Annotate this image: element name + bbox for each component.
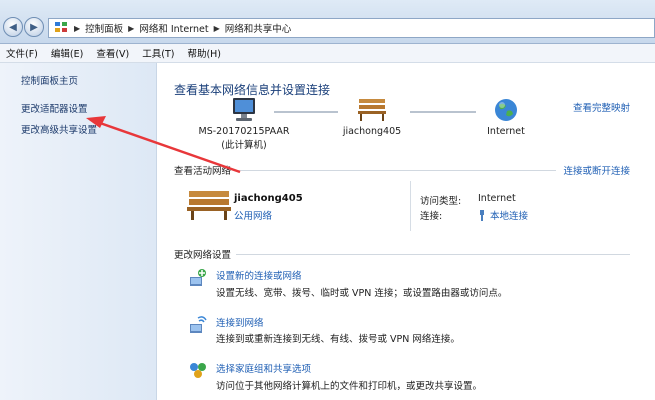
map-computer: MS-20170215PAAR (此计算机) bbox=[194, 97, 294, 151]
access-type-label: 访问类型: bbox=[420, 196, 462, 207]
map-network[interactable]: jiachong405 bbox=[338, 97, 406, 137]
connection-value[interactable]: 本地连接 bbox=[478, 208, 528, 222]
breadcrumb-network-internet[interactable]: 网络和 Internet bbox=[139, 21, 208, 35]
computer-name: MS-20170215PAAR bbox=[198, 126, 290, 137]
sidebar-item-change-adapter-settings[interactable]: 更改适配器设置 bbox=[21, 101, 88, 115]
globe-icon bbox=[495, 99, 517, 121]
computer-sub-label: (此计算机) bbox=[221, 140, 267, 151]
address-field[interactable]: ▶ 控制面板 ▶ 网络和 Internet ▶ 网络和共享中心 bbox=[48, 18, 655, 38]
internet-label: Internet bbox=[487, 126, 525, 137]
menu-help[interactable]: 帮助(H) bbox=[187, 46, 221, 60]
ethernet-icon bbox=[480, 209, 484, 221]
main-content: 查看基本网络信息并设置连接 查看完整映射 MS-20170215PAAR (此计… bbox=[158, 63, 655, 400]
map-connector bbox=[274, 111, 338, 113]
back-arrow-icon: ◀ bbox=[9, 21, 17, 33]
menu-edit[interactable]: 编辑(E) bbox=[51, 46, 83, 60]
menu-tools[interactable]: 工具(T) bbox=[142, 46, 174, 60]
network-name-map: jiachong405 bbox=[342, 126, 402, 137]
section-divider bbox=[236, 254, 630, 255]
change-settings-heading: 更改网络设置 bbox=[174, 250, 232, 261]
breadcrumb-separator-icon: ▶ bbox=[128, 23, 135, 33]
bench-icon bbox=[358, 99, 386, 121]
forward-button[interactable]: ▶ bbox=[24, 17, 44, 37]
sidebar-item-change-advanced-sharing[interactable]: 更改高级共享设置 bbox=[21, 122, 97, 136]
connection-label: 连接: bbox=[420, 211, 443, 222]
breadcrumb-control-panel[interactable]: 控制面板 bbox=[85, 21, 123, 35]
setup-new-connection-desc: 设置无线、宽带、拨号、临时或 VPN 连接；或设置路由器或访问点。 bbox=[216, 288, 508, 299]
access-type-value: Internet bbox=[478, 193, 516, 204]
connect-to-network-desc: 连接到或重新连接到无线、有线、拨号或 VPN 网络连接。 bbox=[216, 334, 460, 345]
address-bar: ◀ ▶ ▶ 控制面板 ▶ 网络和 Internet ▶ 网络和共享中心 bbox=[0, 0, 655, 44]
active-network-name: jiachong405 bbox=[234, 193, 303, 204]
map-connector bbox=[410, 111, 476, 113]
homegroup-sharing-desc: 访问位于其他网络计算机上的文件和打印机，或更改共享设置。 bbox=[216, 381, 483, 392]
connect-disconnect-link[interactable]: 连接或断开连接 bbox=[563, 163, 630, 177]
page-title: 查看基本网络信息并设置连接 bbox=[174, 83, 331, 97]
network-type-link[interactable]: 公用网络 bbox=[234, 208, 272, 222]
computer-icon bbox=[233, 98, 255, 121]
breadcrumb-separator-icon: ▶ bbox=[213, 23, 220, 33]
back-button[interactable]: ◀ bbox=[3, 17, 23, 37]
see-full-map-link[interactable]: 查看完整映射 bbox=[573, 100, 630, 114]
connect-network-icon bbox=[190, 316, 207, 333]
new-connection-icon bbox=[190, 269, 206, 286]
forward-arrow-icon: ▶ bbox=[30, 21, 38, 33]
setup-new-connection-link[interactable]: 设置新的连接或网络 bbox=[216, 268, 302, 282]
homegroup-sharing-link[interactable]: 选择家庭组和共享选项 bbox=[216, 361, 311, 375]
map-internet[interactable]: Internet bbox=[476, 97, 536, 137]
control-panel-icon bbox=[55, 22, 69, 34]
sidebar-item-control-panel-home[interactable]: 控制面板主页 bbox=[21, 73, 78, 87]
menu-bar: 文件(F) 编辑(E) 查看(V) 工具(T) 帮助(H) bbox=[0, 44, 655, 63]
homegroup-icon bbox=[190, 363, 206, 378]
menu-view[interactable]: 查看(V) bbox=[96, 46, 129, 60]
breadcrumb-separator-icon: ▶ bbox=[74, 23, 81, 33]
local-connection-link[interactable]: 本地连接 bbox=[490, 208, 528, 222]
bench-icon bbox=[187, 191, 231, 220]
section-divider bbox=[236, 170, 556, 171]
breadcrumb-network-sharing-center[interactable]: 网络和共享中心 bbox=[225, 21, 292, 35]
vertical-divider bbox=[410, 181, 411, 231]
connect-to-network-link[interactable]: 连接到网络 bbox=[216, 315, 264, 329]
active-network-heading: 查看活动网络 bbox=[174, 166, 232, 177]
sidebar: 控制面板主页 更改适配器设置 更改高级共享设置 bbox=[0, 63, 157, 400]
menu-file[interactable]: 文件(F) bbox=[6, 46, 38, 60]
